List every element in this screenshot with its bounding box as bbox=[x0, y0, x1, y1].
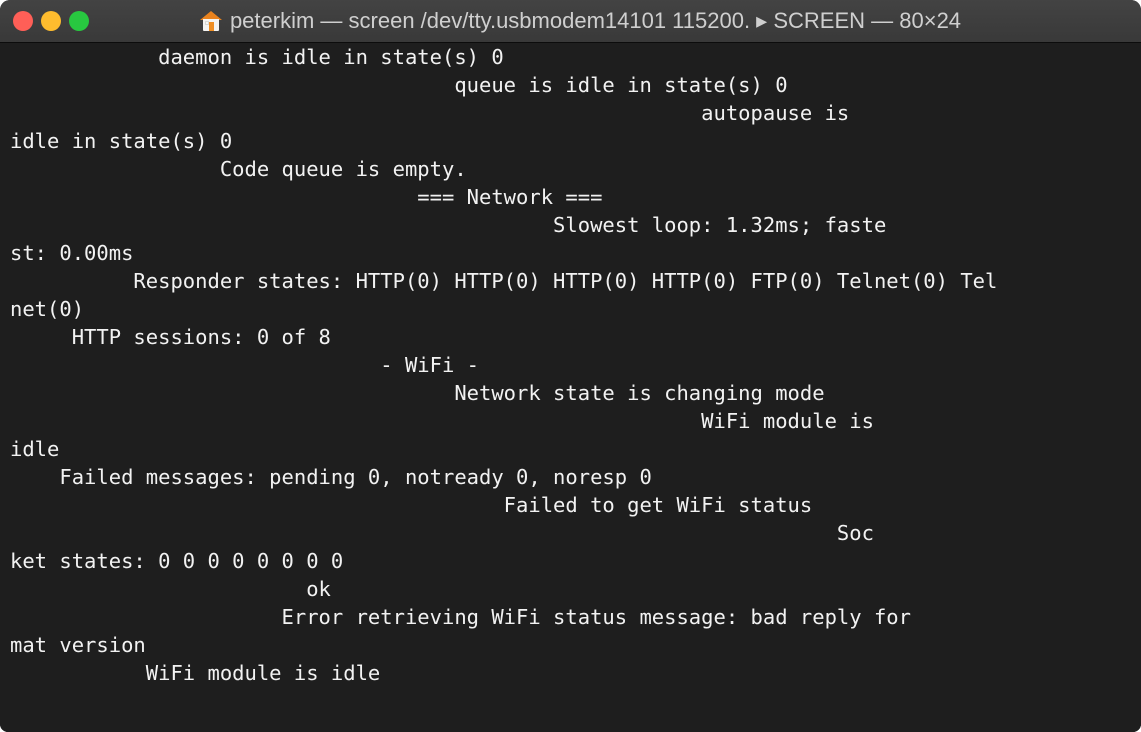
close-button[interactable] bbox=[13, 11, 33, 31]
window-titlebar[interactable]: peterkim — screen /dev/tty.usbmodem14101… bbox=[0, 0, 1141, 43]
terminal-line: autopause is bbox=[10, 101, 850, 125]
terminal-line: - WiFi - bbox=[10, 353, 479, 377]
terminal-line: Soc bbox=[10, 521, 874, 545]
terminal-line: idle in state(s) 0 bbox=[10, 129, 233, 153]
terminal-line: queue is idle in state(s) 0 bbox=[10, 73, 788, 97]
window-title-inner: peterkim — screen /dev/tty.usbmodem14101… bbox=[199, 8, 962, 34]
terminal-line: ket states: 0 0 0 0 0 0 0 0 bbox=[10, 549, 344, 573]
terminal-line: HTTP sessions: 0 of 8 bbox=[10, 325, 331, 349]
traffic-light-group bbox=[0, 11, 89, 31]
terminal-screen[interactable]: daemon is idle in state(s) 0 queue is id… bbox=[0, 43, 1141, 732]
minimize-button[interactable] bbox=[41, 11, 61, 31]
terminal-line: WiFi module is bbox=[10, 409, 874, 433]
terminal-text-grid: daemon is idle in state(s) 0 queue is id… bbox=[10, 43, 997, 715]
house-icon bbox=[199, 11, 222, 31]
terminal-line: ok bbox=[10, 577, 331, 601]
window-title: peterkim — screen /dev/tty.usbmodem14101… bbox=[229, 8, 962, 33]
terminal-line: Slowest loop: 1.32ms; faste bbox=[10, 213, 887, 237]
terminal-line: st: 0.00ms bbox=[10, 241, 134, 265]
terminal-line: WiFi module is idle bbox=[10, 661, 381, 685]
terminal-line: Error retrieving WiFi status message: ba… bbox=[10, 605, 911, 629]
terminal-line: idle bbox=[10, 437, 60, 461]
terminal-line: Failed to get WiFi status bbox=[10, 493, 813, 517]
window-title-container: peterkim — screen /dev/tty.usbmodem14101… bbox=[0, 0, 1141, 42]
terminal-line: === Network === bbox=[10, 185, 603, 209]
terminal-line: Failed messages: pending 0, notready 0, … bbox=[10, 465, 652, 489]
terminal-line: Code queue is empty. bbox=[10, 157, 467, 181]
terminal-line: Responder states: HTTP(0) HTTP(0) HTTP(0… bbox=[10, 269, 998, 293]
terminal-window: peterkim — screen /dev/tty.usbmodem14101… bbox=[0, 0, 1141, 732]
maximize-button[interactable] bbox=[69, 11, 89, 31]
terminal-line: mat version bbox=[10, 633, 146, 657]
terminal-line: net(0) bbox=[10, 297, 85, 321]
terminal-line: daemon is idle in state(s) 0 bbox=[10, 45, 504, 69]
terminal-line: Network state is changing mode bbox=[10, 381, 825, 405]
